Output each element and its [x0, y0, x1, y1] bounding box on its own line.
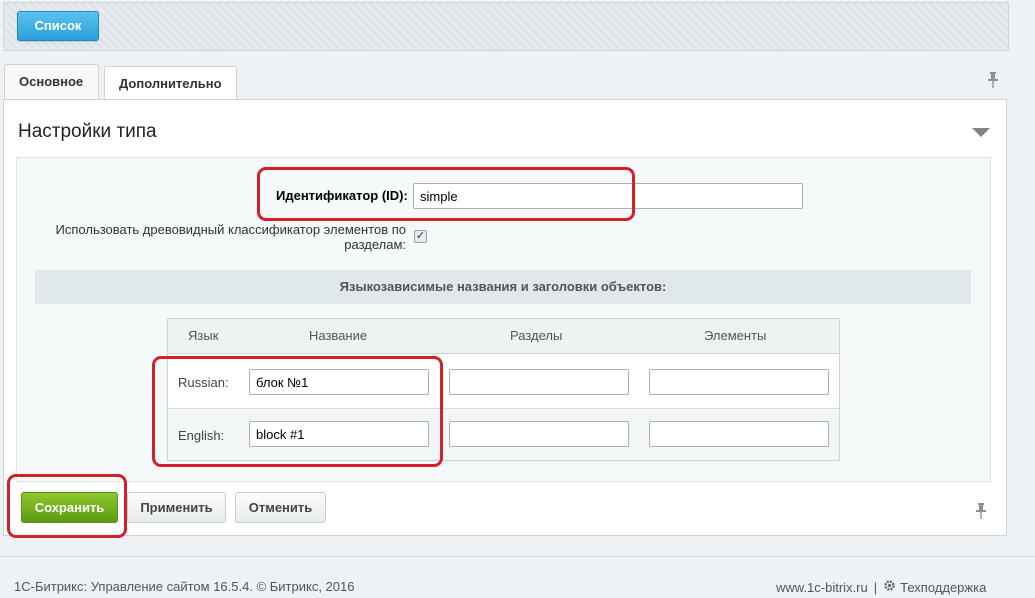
top-toolbar	[3, 2, 1009, 51]
cancel-button-label: Отменить	[248, 500, 313, 515]
tab-main-label: Основное	[19, 74, 84, 89]
panel-title: Настройки типа	[18, 121, 157, 142]
footer-copyright: 1С-Битрикс: Управление сайтом 16.5.4. © …	[14, 579, 355, 594]
footer-divider	[0, 556, 1035, 557]
checkmark-icon: ✓	[415, 230, 426, 242]
pin-icon[interactable]	[975, 503, 987, 522]
elements-input-english[interactable]	[649, 421, 829, 447]
tree-classifier-checkbox[interactable]: ✓	[414, 230, 427, 243]
tab-main[interactable]: Основное	[4, 64, 99, 100]
apply-button[interactable]: Применить	[127, 492, 226, 523]
list-button[interactable]: Список	[17, 11, 99, 41]
sections-input-english[interactable]	[449, 421, 629, 447]
elements-input-russian[interactable]	[649, 369, 829, 395]
header-elements: Элементы	[704, 328, 767, 343]
section-heading: Языкозависимые названия и заголовки объе…	[35, 270, 971, 304]
header-language: Язык	[188, 328, 219, 343]
footer-separator: |	[873, 580, 878, 595]
apply-button-label: Применить	[140, 500, 213, 515]
header-name: Название	[309, 328, 368, 343]
pin-icon[interactable]	[987, 72, 999, 91]
gear-icon	[883, 579, 896, 595]
save-button-label: Сохранить	[34, 500, 105, 515]
highlight-id	[257, 167, 635, 221]
tree-classifier-label: Использовать древовидный классификатор э…	[55, 222, 406, 252]
triangle-down-icon[interactable]	[972, 128, 990, 137]
header-sections: Разделы	[510, 328, 563, 343]
tab-additional[interactable]: Дополнительно	[104, 66, 237, 100]
tab-additional-label: Дополнительно	[119, 76, 222, 91]
site-link[interactable]: www.1c-bitrix.ru	[776, 580, 868, 595]
save-button[interactable]: Сохранить	[21, 492, 118, 523]
footer-links: www.1c-bitrix.ru | Техподдержка	[776, 579, 986, 595]
list-button-label: Список	[34, 18, 82, 33]
sections-input-russian[interactable]	[449, 369, 629, 395]
highlight-names	[152, 356, 443, 467]
support-link[interactable]: Техподдержка	[900, 580, 986, 595]
cancel-button[interactable]: Отменить	[235, 492, 326, 523]
